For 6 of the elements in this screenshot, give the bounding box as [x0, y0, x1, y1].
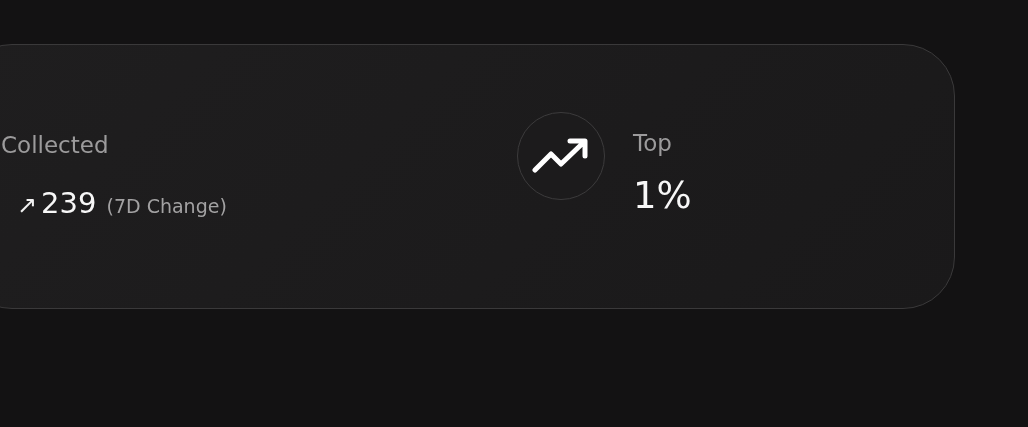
- stat-label: Collected: [1, 130, 110, 160]
- trend-arrow: ↗: [17, 190, 38, 219]
- stat-value: 1%: [633, 174, 692, 217]
- stat-value: 239: [41, 185, 97, 220]
- stat-label: Top: [633, 129, 673, 158]
- stat-note: (7D Change): [106, 194, 227, 217]
